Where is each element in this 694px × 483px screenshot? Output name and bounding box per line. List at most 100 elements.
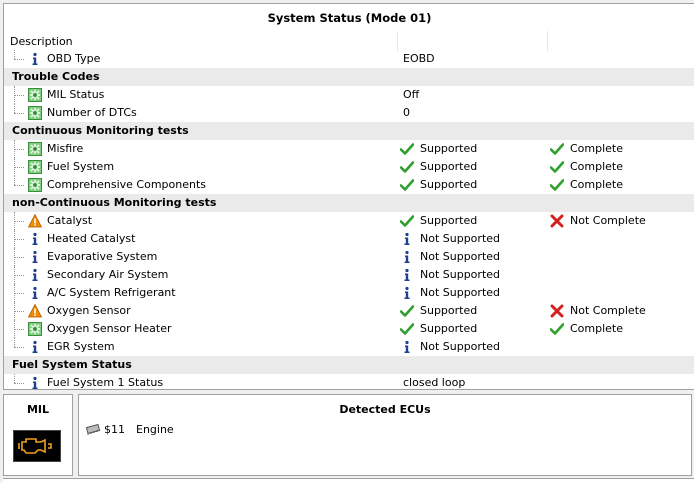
tree-connector <box>14 266 26 284</box>
completion-status: Complete <box>570 142 624 155</box>
support-status: Not Supported <box>420 340 501 353</box>
status-row[interactable]: Oxygen Sensor Heater Supported Complete <box>4 320 694 338</box>
info-icon <box>400 340 414 354</box>
check-icon <box>399 178 415 192</box>
check-icon <box>399 304 415 318</box>
status-row[interactable]: Number of DTCs 0 <box>4 104 694 122</box>
check-icon <box>399 214 415 228</box>
check-icon <box>549 178 565 192</box>
support-status: Supported <box>420 322 478 335</box>
monitor-icon <box>28 106 42 120</box>
row-label: Heated Catalyst <box>47 232 136 245</box>
row-label: Fuel System 1 Status <box>47 376 164 389</box>
row-label: Oxygen Sensor <box>47 304 131 317</box>
tree-connector <box>14 338 26 356</box>
row-label: A/C System Refrigerant <box>47 286 176 299</box>
tree-connector <box>14 302 26 320</box>
info-icon <box>28 232 42 246</box>
row-label: Secondary Air System <box>47 268 169 281</box>
monitor-icon <box>28 160 42 174</box>
row-value: 0 <box>403 106 410 119</box>
support-status: Not Supported <box>420 286 501 299</box>
detected-ecus-title: Detected ECUs <box>339 403 431 416</box>
section-header[interactable]: Fuel System Status <box>4 356 694 374</box>
info-icon <box>28 376 42 389</box>
panel-title: System Status (Mode 01) <box>267 11 432 25</box>
check-icon <box>549 322 565 336</box>
cross-icon <box>550 214 564 228</box>
status-row[interactable]: A/C System Refrigerant Not Supported <box>4 284 694 302</box>
row-label: Evaporative System <box>47 250 158 263</box>
tree-connector <box>14 320 26 338</box>
tree-connector <box>14 248 26 266</box>
info-icon <box>400 250 414 264</box>
monitor-icon <box>28 178 42 192</box>
tree-connector <box>14 212 26 230</box>
status-row[interactable]: Oxygen Sensor Supported Not Complete <box>4 302 694 320</box>
status-row[interactable]: MIL Status Off <box>4 86 694 104</box>
status-row[interactable]: Fuel System 1 Status closed loop <box>4 374 694 389</box>
completion-status: Complete <box>570 178 624 191</box>
status-row[interactable]: Heated Catalyst Not Supported <box>4 230 694 248</box>
column-separator <box>547 31 548 51</box>
tree-connector <box>14 104 26 122</box>
info-icon <box>400 268 414 282</box>
tree-connector <box>14 86 26 104</box>
row-label: Number of DTCs <box>47 106 137 119</box>
status-row[interactable]: Evaporative System Not Supported <box>4 248 694 266</box>
monitor-icon <box>28 322 42 336</box>
check-icon <box>399 160 415 174</box>
support-status: Supported <box>420 214 478 227</box>
status-row[interactable]: Catalyst Supported Not Complete <box>4 212 694 230</box>
section-header[interactable]: Trouble Codes <box>4 68 694 86</box>
row-label: EGR System <box>47 340 115 353</box>
info-icon <box>400 286 414 300</box>
status-row[interactable]: EGR System Not Supported <box>4 338 694 356</box>
status-row[interactable]: Comprehensive Components Supported Complet… <box>4 176 694 194</box>
status-row[interactable]: Fuel System Supported Complete <box>4 158 694 176</box>
info-icon <box>28 250 42 264</box>
row-value: EOBD <box>403 52 435 65</box>
monitor-icon <box>28 88 42 102</box>
status-row[interactable]: Secondary Air System Not Supported <box>4 266 694 284</box>
completion-status: Complete <box>570 322 624 335</box>
status-row[interactable]: OBD Type EOBD <box>4 50 694 68</box>
support-status: Supported <box>420 160 478 173</box>
warning-icon <box>27 213 43 228</box>
column-separator <box>397 31 398 51</box>
support-status: Supported <box>420 304 478 317</box>
ecu-name: Engine <box>136 423 174 436</box>
section-header[interactable]: Continuous Monitoring tests <box>4 122 694 140</box>
tree-connector <box>14 50 26 68</box>
warning-icon <box>27 303 43 318</box>
support-status: Not Supported <box>420 250 501 263</box>
support-status: Not Supported <box>420 268 501 281</box>
mil-panel: MIL <box>3 394 73 476</box>
tree-connector <box>14 230 26 248</box>
row-label: Oxygen Sensor Heater <box>47 322 172 335</box>
status-rows: OBD Type EOBD Trouble Codes MIL Status Off Nu… <box>4 50 694 389</box>
row-value: Off <box>403 88 420 101</box>
check-icon <box>549 142 565 156</box>
check-icon <box>399 142 415 156</box>
support-status: Not Supported <box>420 232 501 245</box>
ecu-id: $11 <box>104 423 125 436</box>
tree-connector <box>14 176 26 194</box>
row-label: Catalyst <box>47 214 93 227</box>
row-label: Comprehensive Components <box>47 178 207 191</box>
ecu-chip-icon <box>85 423 101 435</box>
status-row[interactable]: Misfire Supported Complete <box>4 140 694 158</box>
check-icon <box>549 160 565 174</box>
section-header[interactable]: non-Continuous Monitoring tests <box>4 194 694 212</box>
info-icon <box>28 340 42 354</box>
support-status: Supported <box>420 142 478 155</box>
completion-status: Not Complete <box>570 214 646 227</box>
info-icon <box>400 232 414 246</box>
tree-connector <box>14 284 26 302</box>
info-icon <box>28 268 42 282</box>
engine-check-icon <box>13 430 61 462</box>
mil-title: MIL <box>26 403 50 416</box>
check-icon <box>399 322 415 336</box>
tree-connector <box>14 374 26 389</box>
detected-ecus-panel: Detected ECUs $11 Engine <box>78 394 692 476</box>
